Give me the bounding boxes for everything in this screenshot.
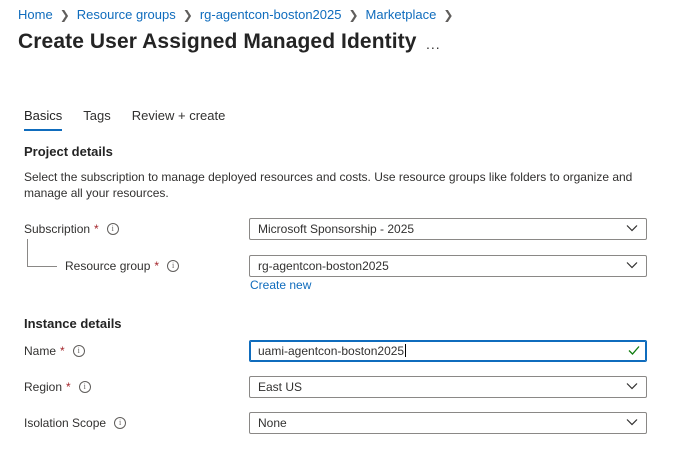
- info-icon[interactable]: i: [72, 345, 85, 357]
- region-dropdown[interactable]: East US: [249, 376, 647, 398]
- instance-details-heading: Instance details: [24, 316, 122, 331]
- region-label-text: Region: [24, 380, 63, 394]
- chevron-down-icon: [626, 383, 638, 390]
- subscription-label: Subscription * i: [24, 222, 119, 236]
- required-marker: *: [94, 222, 99, 236]
- breadcrumb: Home ❯ Resource groups ❯ rg-agentcon-bos…: [18, 7, 460, 22]
- tab-tags[interactable]: Tags: [83, 108, 110, 129]
- subscription-label-text: Subscription: [24, 222, 91, 236]
- chevron-right-icon: ❯: [443, 7, 454, 22]
- tree-connector-horizontal: [27, 266, 57, 267]
- page-title: Create User Assigned Managed Identity: [18, 30, 417, 53]
- subscription-value: Microsoft Sponsorship - 2025: [258, 222, 415, 236]
- isolation-scope-dropdown[interactable]: None: [249, 412, 647, 434]
- tree-connector-vertical: [27, 239, 28, 266]
- chevron-down-icon: [626, 262, 638, 269]
- resource-group-value: rg-agentcon-boston2025: [258, 259, 389, 273]
- info-icon[interactable]: i: [106, 223, 119, 235]
- breadcrumb-home[interactable]: Home: [18, 7, 53, 22]
- subscription-dropdown[interactable]: Microsoft Sponsorship - 2025: [249, 218, 647, 240]
- tab-basics[interactable]: Basics: [24, 108, 63, 131]
- isolation-scope-label: Isolation Scope i: [24, 416, 127, 430]
- tab-review-create[interactable]: Review + create: [132, 108, 226, 129]
- breadcrumb-resource-group[interactable]: rg-agentcon-boston2025: [200, 7, 342, 22]
- name-value: uami-agentcon-boston2025: [258, 344, 407, 358]
- resource-group-label-text: Resource group: [65, 259, 151, 273]
- name-label-text: Name: [24, 344, 57, 358]
- info-icon[interactable]: i: [167, 260, 180, 272]
- project-details-description: Select the subscription to manage deploy…: [24, 170, 633, 200]
- resource-group-dropdown[interactable]: rg-agentcon-boston2025: [249, 255, 647, 277]
- isolation-scope-label-text: Isolation Scope: [24, 416, 107, 430]
- checkmark-icon: [628, 346, 640, 355]
- text-cursor: [405, 344, 407, 357]
- required-marker: *: [60, 344, 65, 358]
- project-details-heading: Project details: [24, 144, 113, 159]
- name-input[interactable]: uami-agentcon-boston2025: [249, 340, 647, 362]
- name-label: Name * i: [24, 344, 85, 358]
- breadcrumb-resource-groups[interactable]: Resource groups: [77, 7, 176, 22]
- chevron-right-icon: ❯: [348, 7, 359, 22]
- create-new-link[interactable]: Create new: [250, 278, 311, 292]
- resource-group-label: Resource group * i: [65, 259, 180, 273]
- required-marker: *: [154, 259, 160, 273]
- region-label: Region * i: [24, 380, 91, 394]
- chevron-down-icon: [626, 225, 638, 232]
- more-options-icon[interactable]: ...: [426, 36, 441, 52]
- required-marker: *: [66, 380, 71, 394]
- chevron-right-icon: ❯: [182, 7, 193, 22]
- chevron-down-icon: [626, 419, 638, 426]
- isolation-scope-value: None: [258, 416, 287, 430]
- tab-bar: Basics Tags Review + create: [24, 108, 246, 131]
- region-value: East US: [258, 380, 303, 394]
- info-icon[interactable]: i: [114, 417, 127, 429]
- chevron-right-icon: ❯: [59, 7, 70, 22]
- breadcrumb-marketplace[interactable]: Marketplace: [366, 7, 437, 22]
- info-icon[interactable]: i: [78, 381, 91, 393]
